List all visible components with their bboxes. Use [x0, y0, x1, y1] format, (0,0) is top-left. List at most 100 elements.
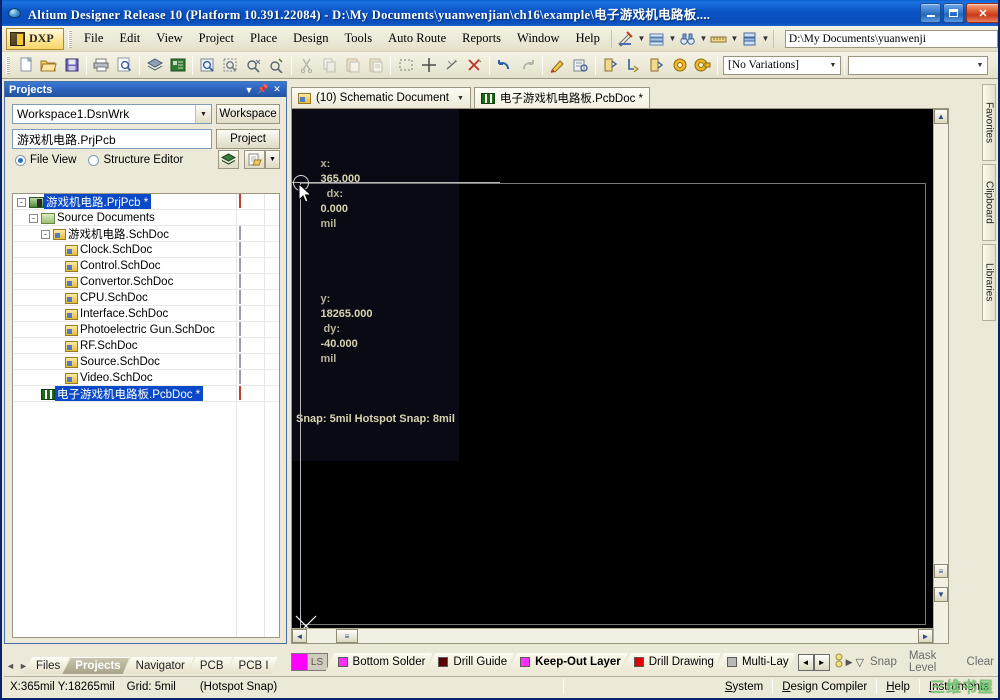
clear-button[interactable]: Clear	[961, 656, 998, 668]
filter-icon[interactable]: ▽	[856, 656, 864, 669]
menu-place[interactable]: Place	[242, 28, 285, 49]
tree-item[interactable]: RF.SchDoc	[13, 338, 279, 354]
chevron-down-icon[interactable]: ▼	[973, 57, 987, 74]
doc-icon[interactable]	[239, 226, 251, 241]
tree-item[interactable]: Control.SchDoc	[13, 258, 279, 274]
chevron-down-icon[interactable]: ▼	[457, 95, 464, 102]
side-tab-favorites[interactable]: Favorites	[982, 84, 996, 161]
chevron-down-icon[interactable]: ▼	[195, 105, 211, 123]
doc-tab-schematic[interactable]: (10) Schematic Document ▼	[291, 87, 471, 108]
close-button[interactable]: ✕	[966, 3, 998, 23]
menu-view[interactable]: View	[148, 28, 190, 49]
place-net-icon[interactable]	[622, 54, 645, 76]
copy-icon[interactable]	[318, 54, 341, 76]
board-layers-icon[interactable]	[143, 54, 166, 76]
menu-tools[interactable]: Tools	[337, 28, 381, 49]
layer-tab-drill-guide[interactable]: Drill Guide	[426, 653, 514, 672]
project-tree[interactable]: - 游戏机电路.PrjPcb * - Source Documents - 游戏机电路.S…	[12, 193, 280, 638]
pin-icon[interactable]: 📌	[256, 83, 270, 96]
status-link-design-compiler[interactable]: Design Compiler	[773, 681, 876, 693]
menu-help[interactable]: Help	[568, 28, 608, 49]
scroll-left-icon[interactable]: ◄	[292, 629, 307, 643]
deselect-icon[interactable]	[440, 54, 463, 76]
open-document-icon-button[interactable]	[244, 150, 265, 169]
panel-tab-pcb-i[interactable]: PCB I	[226, 657, 278, 674]
tree-item[interactable]: CPU.SchDoc	[13, 290, 279, 306]
zoom-area-icon[interactable]	[219, 54, 242, 76]
print-preview-icon[interactable]	[113, 54, 136, 76]
traffic-light-icon[interactable]	[835, 653, 843, 671]
place-pad-icon[interactable]	[691, 54, 714, 76]
status-link-help[interactable]: Help	[877, 681, 919, 693]
workspace-button[interactable]: Workspace	[216, 104, 280, 124]
tree-expander[interactable]: -	[41, 229, 50, 239]
menu-window[interactable]: Window	[509, 28, 568, 49]
pcb-canvas[interactable]: x: 365.000 dx: 0.000 mil y: 18265.000 dy…	[291, 108, 949, 644]
open-folder-icon[interactable]	[37, 54, 60, 76]
tree-item[interactable]: 电子游戏机电路板.PcbDoc *	[13, 386, 279, 402]
panel-tab-files[interactable]: Files	[23, 657, 69, 674]
dxp-menu-button[interactable]: DXP	[6, 27, 64, 50]
cut-icon[interactable]	[295, 54, 318, 76]
tree-item[interactable]: Clock.SchDoc	[13, 242, 279, 258]
zoom-selected-icon[interactable]	[265, 54, 288, 76]
tree-item[interactable]: Interface.SchDoc	[13, 306, 279, 322]
place-polygon-icon[interactable]	[645, 54, 668, 76]
mask-level-button[interactable]: Mask Level	[903, 650, 961, 674]
scroll-down-icon[interactable]: ▼	[934, 587, 948, 602]
menu-design[interactable]: Design	[285, 28, 336, 49]
print-icon[interactable]	[90, 54, 113, 76]
panel-tab-projects[interactable]: Projects	[62, 657, 129, 674]
maximize-button[interactable]	[943, 3, 964, 23]
layer-tab-bottom-solder[interactable]: Bottom Solder	[326, 653, 433, 672]
radio-file-view[interactable]: File View	[15, 154, 76, 166]
current-layer-color-swatch[interactable]: LS	[291, 653, 328, 671]
tree-item[interactable]: - 游戏机电路.PrjPcb *	[13, 194, 279, 210]
move-icon[interactable]	[417, 54, 440, 76]
save-icon[interactable]	[60, 54, 83, 76]
doc-icon[interactable]	[239, 322, 251, 337]
highlight-icon[interactable]	[546, 54, 569, 76]
place-via-icon[interactable]	[668, 54, 691, 76]
project-select[interactable]: 游戏机电路.PrjPcb	[12, 129, 212, 149]
menu-project[interactable]: Project	[191, 28, 242, 49]
tree-expander[interactable]: -	[17, 197, 26, 207]
tree-item[interactable]: Photoelectric Gun.SchDoc	[13, 322, 279, 338]
minimize-button[interactable]	[920, 3, 941, 23]
prev-icon[interactable]: ◄	[4, 658, 17, 674]
canvas-horizontal-scrollbar[interactable]: ◄ ≡ ►	[292, 628, 933, 643]
select-area-icon[interactable]	[394, 54, 417, 76]
zoom-document-icon[interactable]	[196, 54, 219, 76]
panel-tab-pcb[interactable]: PCB	[187, 657, 233, 674]
red-doc-icon[interactable]	[239, 194, 251, 209]
doc-icon[interactable]	[239, 274, 251, 289]
redo-icon[interactable]	[516, 54, 539, 76]
red-doc-icon[interactable]	[239, 386, 251, 401]
layers-stack-icon[interactable]	[646, 29, 668, 49]
doc-icon[interactable]	[239, 242, 251, 257]
doc-tab-pcb[interactable]: 电子游戏机电路板.PcbDoc *	[473, 87, 651, 108]
ruler-pencil-dropdown-icon[interactable]: ▼	[637, 29, 646, 49]
stack-sheets-icon[interactable]	[739, 29, 761, 49]
scroll-thumb-icon[interactable]: ≡	[934, 564, 948, 578]
current-path-field[interactable]: D:\My Documents\yuanwenji	[784, 29, 998, 48]
tree-item[interactable]: Convertor.SchDoc	[13, 274, 279, 290]
layer-scroll-left-icon[interactable]: ◄	[797, 653, 814, 671]
doc-icon[interactable]	[239, 370, 251, 385]
tree-expander[interactable]: -	[29, 213, 38, 223]
doc-icon[interactable]	[239, 338, 251, 353]
layers-icon-button[interactable]	[218, 150, 239, 169]
menu-edit[interactable]: Edit	[111, 28, 148, 49]
extra-select[interactable]: ▼	[848, 55, 988, 75]
menu-file[interactable]: File	[76, 28, 111, 49]
tree-item[interactable]: - Source Documents	[13, 210, 279, 226]
ruler-pencil-icon[interactable]	[615, 29, 637, 49]
layer-tab-multi-lay[interactable]: Multi-Lay	[715, 653, 796, 672]
tree-item[interactable]: - 游戏机电路.SchDoc	[13, 226, 279, 242]
layer-tab-drill-drawing[interactable]: Drill Drawing	[622, 653, 721, 672]
cross-probe-icon[interactable]	[569, 54, 592, 76]
binoculars-dropdown-icon[interactable]: ▼	[699, 29, 708, 49]
chevron-down-icon[interactable]: ▼	[265, 150, 280, 169]
panel-tab-navigator[interactable]: Navigator	[123, 657, 194, 674]
menu-gripper[interactable]	[68, 29, 72, 48]
